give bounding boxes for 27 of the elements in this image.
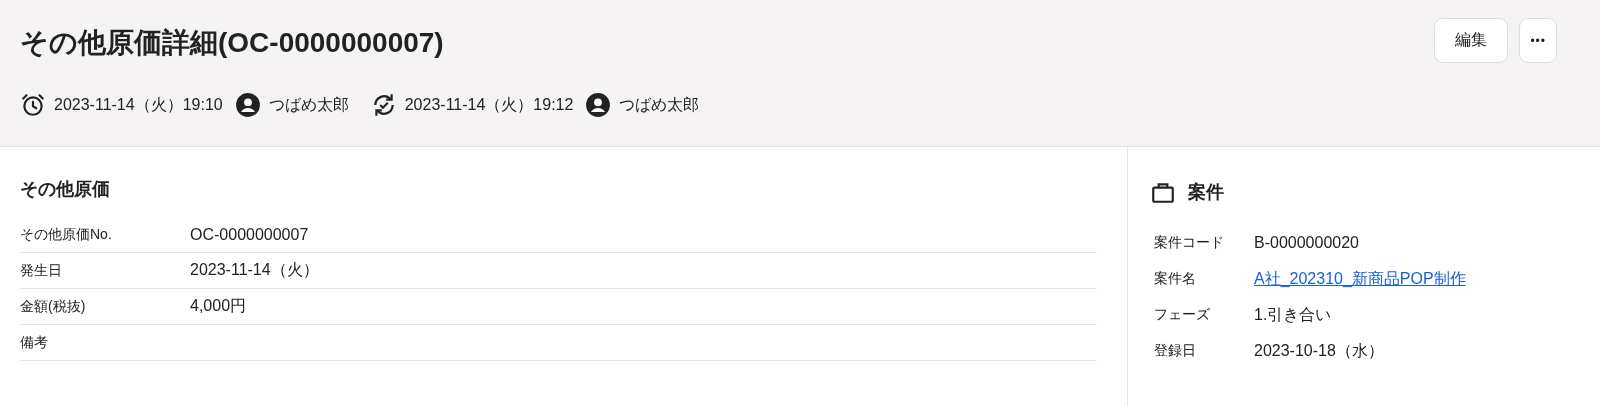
field-value: 4,000円 [190, 296, 247, 316]
project-link[interactable]: A社_202310_新商品POP制作 [1254, 268, 1466, 290]
user-name: つばめ太郎 [268, 94, 349, 115]
user-name: つばめ太郎 [619, 94, 700, 115]
field-label: 登録日 [1154, 342, 1197, 360]
field-value: 1.引き合い [1254, 304, 1332, 325]
field-label: 案件コード [1154, 234, 1225, 252]
field-value: B-0000000020 [1254, 234, 1359, 252]
field-label: 案件名 [1154, 270, 1197, 288]
timestamp: 2023-11-14（火）19:10 [54, 94, 223, 115]
field-value: 2023-11-14（火） [190, 260, 319, 280]
field-value: OC-0000000007 [190, 225, 309, 244]
page-title: その他原価詳細(OC-0000000007) [20, 26, 444, 60]
field-value: 2023-10-18（水） [1254, 340, 1384, 361]
field-label: 備考 [20, 333, 49, 352]
section-title: 案件 [1188, 181, 1224, 204]
edit-button[interactable]: 編集 [1434, 18, 1509, 63]
user-avatar-icon [585, 92, 612, 118]
more-button[interactable]: ••• [1519, 18, 1557, 63]
section-title: その他原価 [20, 178, 111, 201]
field-label: 発生日 [20, 261, 63, 280]
user-avatar-icon [234, 92, 261, 118]
field-label: 金額(税抜) [20, 297, 87, 316]
field-label: フェーズ [1154, 306, 1211, 324]
timestamp: 2023-11-14（火）19:12 [404, 94, 574, 115]
field-label: その他原価No. [20, 225, 113, 244]
alarm-clock-icon [20, 92, 46, 118]
